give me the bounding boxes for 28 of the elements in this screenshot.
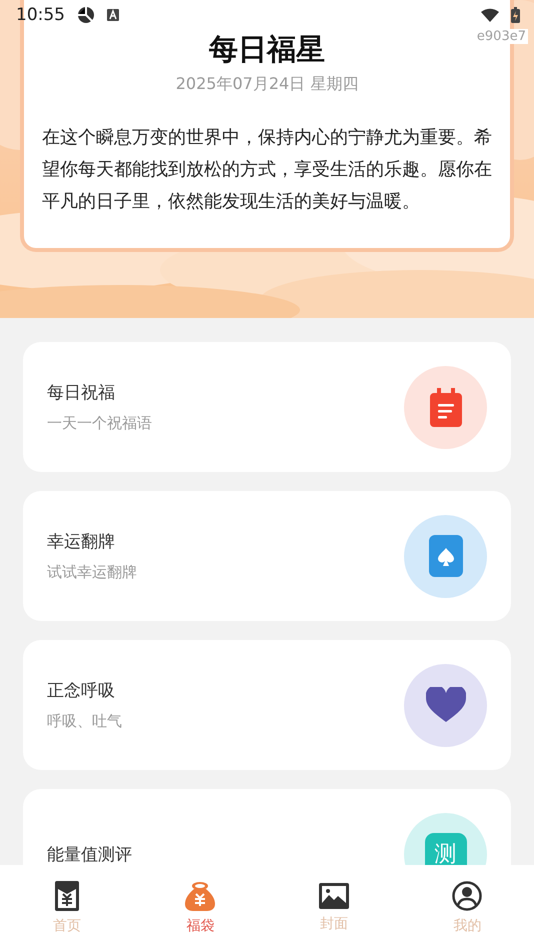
feature-title: 能量值测评 <box>47 844 132 865</box>
card-date: 2025年07月24日 星期四 <box>176 74 358 94</box>
feature-subtitle: 试试幸运翻牌 <box>47 563 137 582</box>
status-time: 10:55 <box>16 5 65 25</box>
spade-card-icon <box>428 535 462 577</box>
test-badge: 测 <box>424 833 466 865</box>
feature-title: 每日祝福 <box>47 382 116 404</box>
keyboard-icon <box>107 9 119 21</box>
feature-title: 幸运翻牌 <box>47 531 116 553</box>
envelope-icon <box>54 880 79 910</box>
heart-icon <box>426 687 466 723</box>
card-title: 每日福星 <box>209 31 325 68</box>
money-bag-icon <box>185 880 216 910</box>
debug-label: e903e7 <box>474 29 528 44</box>
notepad-icon <box>430 387 462 427</box>
feature-subtitle: 呼吸、吐气 <box>47 712 122 731</box>
feature-title: 正念呼吸 <box>47 680 116 702</box>
blessing-message: 在这个瞬息万变的世界中，保持内心的宁静尤为重要。希望你每天都能找到放松的方式，享受生活的乐趣。愿你在平凡的日子里，依然能发现生活的美好与温暖。 <box>42 126 492 214</box>
tab[interactable]: 福袋 <box>134 865 267 950</box>
feature-card[interactable]: 幸运翻牌 试试幸运翻牌 <box>23 491 511 621</box>
feature-card[interactable]: 每日祝福 一天一个祝福语 <box>23 342 511 472</box>
battery-icon <box>511 7 520 23</box>
user-icon <box>452 880 482 910</box>
feature-card[interactable]: 正念呼吸 呼吸、吐气 <box>23 640 511 770</box>
feature-card[interactable]: 能量值测评 测 <box>23 789 511 865</box>
wifi-icon <box>481 8 499 22</box>
image-icon <box>318 882 349 908</box>
feature-subtitle: 一天一个祝福语 <box>47 414 152 433</box>
